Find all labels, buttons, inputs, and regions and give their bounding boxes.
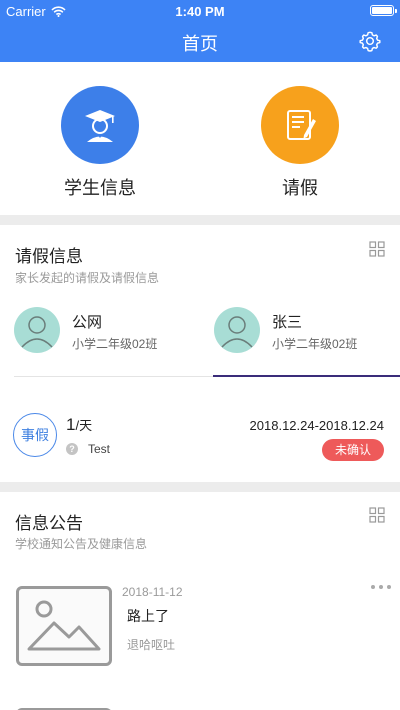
active-tab-indicator	[213, 375, 400, 377]
leave-info-card: 请假信息 家长发起的请假及请假信息 公网 小学二年级02班 张三 小学二年级02…	[0, 225, 400, 482]
leave-duration: 1/天	[66, 415, 92, 435]
question-icon: ?	[66, 443, 78, 455]
leave-request-label: 请假	[282, 178, 318, 198]
student-info-circle	[61, 86, 139, 164]
image-placeholder-icon	[27, 600, 101, 651]
notice-section-subtitle: 学校通知公告及健康信息	[15, 537, 148, 551]
notice-card: 信息公告 学校通知公告及健康信息 2018-11-12 路上了 退哈呕吐	[0, 492, 400, 710]
status-badge[interactable]: 未确认	[322, 439, 384, 461]
student-tab-1[interactable]: 公网 小学二年级02班	[14, 307, 194, 357]
news-date: 2018-11-12	[122, 585, 183, 599]
leave-section-title: 请假信息	[15, 247, 83, 266]
quick-actions: 学生信息 请假	[0, 62, 400, 215]
leave-date-range: 2018.12.24-2018.12.24	[249, 418, 384, 433]
status-time: 1:40 PM	[175, 4, 225, 19]
more-dots-icon[interactable]	[370, 582, 392, 592]
news-thumbnail[interactable]	[16, 586, 112, 666]
news-title[interactable]: 路上了	[127, 606, 169, 626]
student-tab-2[interactable]: 张三 小学二年级02班	[214, 307, 394, 357]
avatar	[214, 307, 260, 353]
student-class: 小学二年级02班	[272, 337, 358, 351]
student-class: 小学二年级02班	[72, 337, 158, 351]
duration-unit: /天	[75, 418, 93, 433]
grid-view-icon[interactable]	[369, 241, 385, 257]
battery-icon	[370, 5, 397, 16]
avatar	[14, 307, 60, 353]
news-description: 退哈呕吐	[127, 638, 176, 652]
student-name: 公网	[72, 314, 103, 331]
graduate-student-icon	[85, 110, 115, 142]
student-name: 张三	[272, 314, 303, 331]
leave-request-button[interactable]: 请假	[240, 86, 360, 200]
status-bar: Carrier 1:40 PM	[0, 0, 400, 22]
leave-request-circle	[261, 86, 339, 164]
user-avatar-icon	[221, 316, 253, 348]
leave-type-badge: 事假	[13, 413, 57, 457]
leave-reason: Test	[88, 442, 111, 456]
user-avatar-icon	[21, 316, 53, 348]
settings-gear-icon[interactable]	[359, 30, 381, 52]
student-info-label: 学生信息	[64, 178, 136, 198]
top-bar: Carrier 1:40 PM 首页	[0, 0, 400, 62]
page-title: 首页	[182, 34, 218, 54]
leave-section-subtitle: 家长发起的请假及请假信息	[15, 271, 160, 285]
notice-section-title: 信息公告	[15, 514, 83, 533]
grid-view-icon[interactable]	[369, 507, 385, 523]
document-pencil-icon	[287, 110, 316, 140]
student-info-button[interactable]: 学生信息	[40, 86, 160, 200]
